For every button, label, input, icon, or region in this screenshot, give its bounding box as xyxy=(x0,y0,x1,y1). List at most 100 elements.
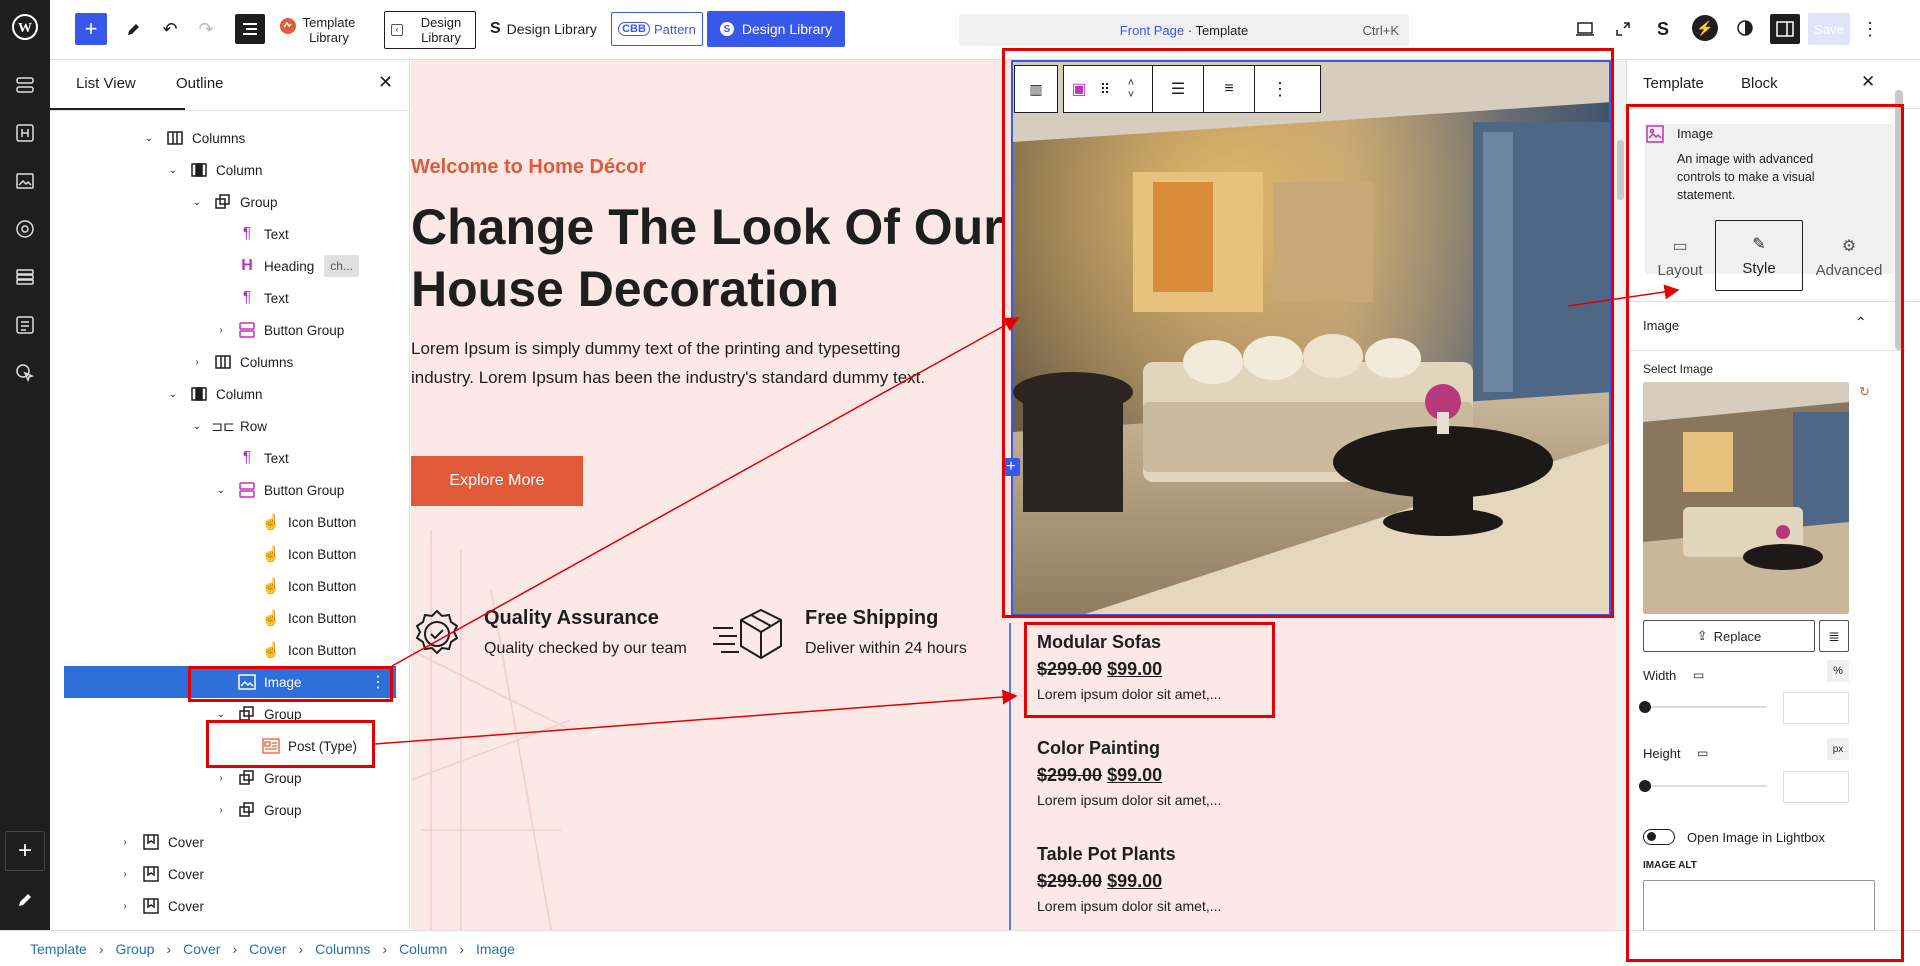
close-settings-icon[interactable]: ✕ xyxy=(1861,72,1875,92)
list-item[interactable]: ⌄ Column xyxy=(166,378,263,410)
columns-block-icon xyxy=(166,129,184,147)
wordpress-logo-icon[interactable]: W xyxy=(12,14,38,40)
tools-pencil-icon[interactable] xyxy=(120,15,148,43)
pointer-hand-icon: ☝ xyxy=(261,578,281,595)
list-item-label: Columns xyxy=(192,130,246,146)
list-item-label: Column xyxy=(216,162,263,178)
product-price: $99.00 xyxy=(1107,871,1163,891)
image-block-icon[interactable] xyxy=(13,169,37,193)
close-list-view-icon[interactable]: ✕ xyxy=(378,72,393,93)
more-options-icon[interactable]: ⋮ xyxy=(1858,15,1882,43)
save-button[interactable]: Save xyxy=(1808,13,1850,45)
chevron-right-icon[interactable]: › xyxy=(214,773,228,784)
heading-block-icon[interactable] xyxy=(13,121,37,145)
chevron-down-icon[interactable]: ⌄ xyxy=(166,165,180,176)
breadcrumb-item[interactable]: Image xyxy=(476,941,515,957)
list-item[interactable]: ⌄ Button Group xyxy=(214,474,344,506)
list-item[interactable]: › Cover xyxy=(118,858,204,890)
hero-heading[interactable]: Change The Look Of Our House Decoration xyxy=(411,196,1003,320)
tab-block[interactable]: Block xyxy=(1741,75,1778,92)
stackable-settings-icon[interactable]: S xyxy=(1650,16,1676,42)
admin-sidebar: W + xyxy=(0,0,50,966)
breadcrumb-item[interactable]: Cover xyxy=(249,941,286,957)
canvas-scrollbar[interactable] xyxy=(1615,60,1626,930)
product-card[interactable]: Table Pot Plants $299.00 $99.00 Lorem ip… xyxy=(1037,844,1221,914)
feature-desc: Deliver within 24 hours xyxy=(805,640,967,657)
design-library-button-outline[interactable]: ‹ Design Library xyxy=(384,11,476,49)
list-item[interactable]: › Cover xyxy=(118,890,204,922)
chevron-down-icon[interactable]: ⌄ xyxy=(142,133,156,144)
list-item[interactable]: › Group xyxy=(214,794,302,826)
list-item[interactable]: ☝ Icon Button xyxy=(261,570,357,602)
breadcrumb-item[interactable]: Cover xyxy=(183,941,220,957)
external-view-icon[interactable] xyxy=(1610,16,1636,42)
hero-eyebrow[interactable]: Welcome to Home Décor xyxy=(411,156,646,179)
block-inserter-button[interactable]: + xyxy=(75,13,107,45)
document-overview-icon[interactable] xyxy=(235,14,265,44)
list-item[interactable]: ⌄ Columns xyxy=(142,122,245,154)
tab-block-label: Block xyxy=(1741,75,1778,92)
list-item[interactable]: ☝ Icon Button xyxy=(262,634,357,666)
chevron-right-icon[interactable]: › xyxy=(214,325,228,336)
button-group-icon xyxy=(238,481,256,499)
product-old-price: $299.00 xyxy=(1037,871,1103,891)
product-card[interactable]: Color Painting $299.00 $99.00 Lorem ipsu… xyxy=(1037,738,1221,808)
cursor-click-icon[interactable] xyxy=(13,361,37,385)
chevron-right-icon[interactable]: › xyxy=(118,901,132,912)
breadcrumb-item[interactable]: Group xyxy=(115,941,154,957)
chevron-down-icon[interactable]: ⌄ xyxy=(190,421,204,432)
undo-icon[interactable]: ↶ xyxy=(156,15,184,43)
chevron-down-icon[interactable]: ⌄ xyxy=(214,485,228,496)
doc-title-separator: · xyxy=(1184,22,1196,38)
command-palette-bar[interactable]: Front Page · Template Ctrl+K xyxy=(959,14,1409,46)
breadcrumb-item[interactable]: Template xyxy=(30,941,87,957)
chevron-down-icon[interactable]: ⌄ xyxy=(166,389,180,400)
breadcrumb-item[interactable]: Column xyxy=(399,941,447,957)
list-item[interactable]: ¶ Text xyxy=(238,442,289,474)
design-library-primary-button[interactable]: S Design Library xyxy=(707,11,845,47)
cbb-pattern-button[interactable]: CBB Pattern xyxy=(611,12,703,46)
template-library-button[interactable]: Template Library xyxy=(300,10,358,50)
contrast-icon[interactable] xyxy=(1732,15,1758,41)
hero-body[interactable]: Lorem Ipsum is simply dummy text of the … xyxy=(411,334,925,392)
list-item[interactable]: › Cover xyxy=(118,826,204,858)
list-item[interactable]: ⌄ Group xyxy=(190,186,278,218)
form-icon[interactable] xyxy=(13,313,37,337)
list-item[interactable]: › Button Group xyxy=(214,314,344,346)
add-block-icon[interactable]: + xyxy=(5,831,45,871)
list-item[interactable]: H Heading ch... xyxy=(238,250,359,282)
badge-icon[interactable] xyxy=(13,217,37,241)
explore-more-button[interactable]: Explore More xyxy=(411,456,583,506)
product-desc: Lorem ipsum dolor sit amet,... xyxy=(1037,898,1222,914)
list-item[interactable]: ☝ Icon Button xyxy=(262,538,357,570)
pencil-edit-icon[interactable] xyxy=(13,888,37,912)
list-item[interactable]: ¶ Text xyxy=(238,282,289,314)
patterns-icon[interactable] xyxy=(13,73,37,97)
tab-list-view[interactable]: List View xyxy=(76,75,136,92)
list-item[interactable]: ☝ Icon Button xyxy=(262,602,357,634)
tab-outline[interactable]: Outline xyxy=(176,75,224,92)
chevron-right-icon[interactable]: › xyxy=(118,837,132,848)
group-block-icon xyxy=(238,769,256,787)
scrollbar-thumb[interactable] xyxy=(1617,140,1624,200)
breadcrumb-item[interactable]: Columns xyxy=(315,941,370,957)
list-item[interactable]: ⌄ ⊐⊏ Row xyxy=(190,410,267,442)
design-library-button[interactable]: S Design Library xyxy=(490,15,597,43)
chevron-right-icon[interactable]: › xyxy=(190,357,204,368)
chevron-right-icon[interactable]: › xyxy=(214,805,228,816)
tab-template[interactable]: Template xyxy=(1643,75,1704,92)
chevron-down-icon[interactable]: ⌄ xyxy=(190,197,204,208)
redo-icon[interactable]: ↷ xyxy=(192,15,220,43)
settings-sidebar-toggle-icon[interactable] xyxy=(1770,14,1800,44)
bolt-icon[interactable]: ⚡ xyxy=(1692,15,1718,41)
list-item-label: Group xyxy=(240,194,278,210)
list-item[interactable]: ☝ Icon Button xyxy=(262,506,357,538)
list-item[interactable]: ⌄ Column xyxy=(166,154,263,186)
chevron-down-icon[interactable]: ⌄ xyxy=(214,709,228,720)
list-item[interactable]: ¶ Text xyxy=(238,218,289,250)
device-preview-icon[interactable] xyxy=(1572,16,1598,42)
chevron-right-icon[interactable]: › xyxy=(118,869,132,880)
feature-title: Free Shipping xyxy=(805,607,939,629)
list-item[interactable]: › Columns xyxy=(190,346,293,378)
stack-icon[interactable] xyxy=(13,265,37,289)
